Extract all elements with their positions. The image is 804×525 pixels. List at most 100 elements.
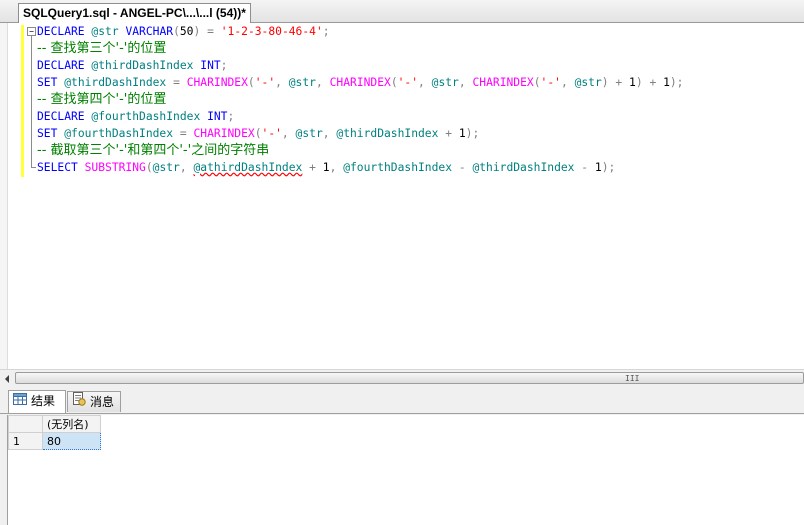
code-line[interactable]: SET @fourthDashIndex = CHARINDEX('-', @s…	[37, 125, 804, 142]
code-token: VARCHAR	[125, 25, 174, 38]
code-token: ,	[315, 76, 323, 89]
tab-messages[interactable]: 消息	[67, 391, 121, 412]
code-token: (	[247, 76, 255, 89]
code-token: ,	[275, 76, 282, 89]
outlining-margin: −	[27, 23, 36, 369]
code-token: ;	[227, 110, 235, 123]
code-token: 1	[588, 161, 602, 174]
results-grid-area: (无列名) 1 80	[7, 415, 804, 525]
code-token: (	[390, 76, 398, 89]
code-token: -- 截取第三个'-'和第四个'-'之间的字符串	[37, 143, 270, 158]
code-token: SUBSTRING	[84, 161, 146, 174]
code-token: @str	[152, 161, 180, 174]
code-line[interactable]: DECLARE @str VARCHAR(50) = '1-2-3-80-46-…	[37, 23, 804, 40]
scroll-left-arrow-icon[interactable]	[5, 375, 9, 383]
code-token: @str	[574, 76, 602, 89]
row-number[interactable]: 1	[8, 432, 43, 450]
code-token: (	[533, 76, 541, 89]
code-token: SET	[37, 127, 58, 140]
code-token: );	[669, 76, 684, 89]
code-line[interactable]: DECLARE @fourthDashIndex INT;	[37, 108, 804, 125]
document-tab-strip: SQLQuery1.sql - ANGEL-PC\...\...l (54))*	[0, 0, 804, 23]
code-token: ;	[322, 25, 330, 38]
horizontal-scrollbar[interactable]: III	[0, 369, 804, 388]
code-line[interactable]: SET @thirdDashIndex = CHARINDEX('-', @st…	[37, 74, 804, 91]
code-line[interactable]: -- 截取第三个'-'和第四个'-'之间的字符串	[37, 142, 804, 159]
tab-messages-label: 消息	[90, 395, 115, 409]
tab-results[interactable]: 结果	[8, 390, 66, 413]
code-token: ,	[458, 76, 466, 89]
code-token: SELECT	[37, 161, 78, 174]
change-tracking-bar	[21, 25, 24, 177]
code-token: '-'	[261, 127, 282, 140]
results-pane: 结果 消息 (无列名) 1 80	[0, 387, 804, 525]
code-line[interactable]: -- 查找第三个'-'的位置	[37, 40, 804, 57]
code-area[interactable]: DECLARE @str VARCHAR(50) = '1-2-3-80-46-…	[37, 23, 804, 176]
code-token: );	[601, 161, 616, 174]
code-token: ;	[220, 59, 228, 72]
column-header[interactable]: (无列名)	[42, 415, 101, 433]
scrollbar-thumb[interactable]: III	[15, 372, 804, 384]
code-token: '-'	[397, 76, 419, 89]
code-token: -- 查找第三个'-'的位置	[37, 41, 167, 56]
code-token: @fourthDashIndex	[343, 161, 453, 174]
outline-line	[31, 36, 32, 167]
code-token: INT	[200, 59, 221, 72]
outline-end	[31, 167, 36, 168]
messages-icon	[72, 392, 86, 413]
collapse-icon[interactable]: −	[27, 27, 36, 36]
code-line[interactable]: SELECT SUBSTRING(@str, @athirdDashIndex …	[37, 159, 804, 176]
code-token: 50	[179, 25, 194, 38]
code-token: =	[179, 127, 187, 140]
code-token: )	[601, 76, 609, 89]
code-token: @thirdDashIndex	[91, 59, 194, 72]
code-token: @thirdDashIndex	[336, 127, 439, 140]
code-token: =	[173, 76, 180, 89]
editor-selection-margin	[0, 23, 8, 369]
code-token: (	[173, 25, 180, 38]
code-token: -- 查找第四个'-'的位置	[37, 92, 167, 107]
code-token: '-'	[540, 76, 561, 89]
code-token: 1	[622, 76, 636, 89]
sql-editor[interactable]: − DECLARE @str VARCHAR(50) = '1-2-3-80-4…	[0, 23, 804, 369]
table-row: 1 80	[8, 432, 101, 450]
code-token: ,	[322, 127, 330, 140]
code-token: +	[309, 161, 316, 174]
code-token: CHARINDEX	[186, 76, 248, 89]
code-line[interactable]: DECLARE @thirdDashIndex INT;	[37, 57, 804, 74]
results-tabs: 结果 消息	[0, 387, 804, 414]
code-token: SET	[37, 76, 58, 89]
result-cell[interactable]: 80	[42, 432, 101, 450]
code-token: @thirdDashIndex	[64, 76, 167, 89]
code-token: )	[635, 76, 643, 89]
code-token: );	[465, 127, 480, 140]
code-token: @str	[295, 127, 323, 140]
code-token: @str	[288, 76, 316, 89]
code-token: -	[458, 161, 466, 174]
code-token: '1-2-3-80-46-4'	[220, 25, 323, 38]
code-token: (	[254, 127, 262, 140]
code-token: @athirdDashIndex	[193, 161, 303, 174]
grid-corner[interactable]	[8, 415, 43, 433]
query-document-tab[interactable]: SQLQuery1.sql - ANGEL-PC\...\...l (54))*	[18, 3, 251, 23]
code-token: INT	[207, 110, 228, 123]
tab-results-label: 结果	[31, 394, 56, 408]
code-token: 1	[656, 76, 670, 89]
code-token: CHARINDEX	[472, 76, 534, 89]
scrollbar-grip-icon: III	[625, 374, 640, 383]
code-token: ,	[560, 76, 568, 89]
code-token: @fourthDashIndex	[64, 127, 174, 140]
code-token: DECLARE	[37, 25, 85, 38]
code-token: ,	[281, 127, 289, 140]
code-line[interactable]: -- 查找第四个'-'的位置	[37, 91, 804, 108]
code-token: ,	[418, 76, 425, 89]
code-token: @thirdDashIndex	[472, 161, 575, 174]
